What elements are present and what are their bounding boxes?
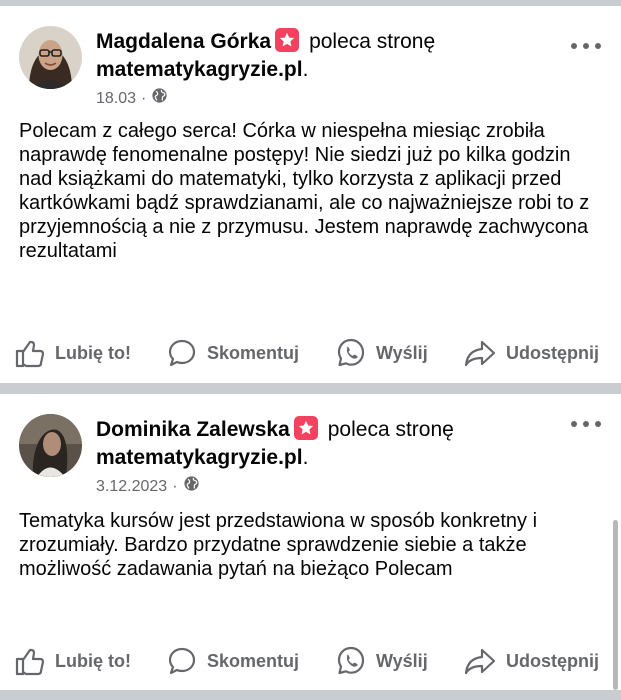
recommend-star-icon xyxy=(275,28,300,52)
comment-button[interactable]: Skomentuj xyxy=(166,641,299,681)
globe-icon xyxy=(183,475,200,499)
post-header: Magdalena Górka poleca stronę matematykag… xyxy=(96,28,561,111)
author-name[interactable]: Magdalena Górka xyxy=(96,30,271,53)
comment-bubble-icon xyxy=(168,647,196,675)
page-link-suffix: . xyxy=(302,446,309,469)
share-button[interactable]: Udostępnij xyxy=(463,641,599,681)
author-name[interactable]: Dominika Zalewska xyxy=(96,418,290,441)
comment-label: Skomentuj xyxy=(207,650,300,671)
page-link-line: matematykagryzie.pl. xyxy=(96,443,561,473)
send-label: Wyślij xyxy=(376,342,428,363)
post-text: Tematyka kursów jest przedstawiona w spo… xyxy=(19,510,538,580)
send-button[interactable]: Wyślij xyxy=(335,641,428,681)
post-date[interactable]: 18.03 xyxy=(96,88,136,110)
comment-button[interactable]: Skomentuj xyxy=(166,333,299,373)
post-actions: Lubię to! Skomentuj Wyślij Udostępnij xyxy=(0,641,621,681)
post-text: Polecam z całego serca! Córka w niespełn… xyxy=(19,120,590,262)
post-title-line: Magdalena Górka poleca stronę xyxy=(96,28,561,55)
post-card-1: Magdalena Górka poleca stronę matematykag… xyxy=(0,6,621,383)
share-label: Udostępnij xyxy=(506,650,599,671)
whatsapp-icon xyxy=(337,646,365,675)
more-options-icon[interactable] xyxy=(571,418,601,430)
like-label: Lubię to! xyxy=(55,650,131,671)
post-actions: Lubię to! Skomentuj Wyślij Udostępnij xyxy=(0,333,621,373)
send-button[interactable]: Wyślij xyxy=(335,333,428,373)
recommend-action-text: poleca stronę xyxy=(309,30,436,53)
comment-label: Skomentuj xyxy=(207,342,300,363)
feed-divider-bottom xyxy=(0,690,621,700)
thumbs-up-icon xyxy=(15,340,45,368)
post-header: Dominika Zalewska poleca stronę matematyk… xyxy=(96,416,561,499)
whatsapp-icon xyxy=(337,338,365,367)
share-arrow-icon xyxy=(464,340,496,367)
avatar[interactable] xyxy=(19,414,82,477)
post-meta: 18.03 · xyxy=(96,87,561,111)
post-title-line: Dominika Zalewska poleca stronę xyxy=(96,416,561,443)
like-button[interactable]: Lubię to! xyxy=(14,641,131,681)
send-label: Wyślij xyxy=(376,650,428,671)
meta-separator: · xyxy=(141,90,147,107)
post-meta: 3.12.2023 · xyxy=(96,475,561,499)
recommend-action-text: poleca stronę xyxy=(327,418,454,441)
feed-divider xyxy=(0,383,621,394)
scrollbar[interactable] xyxy=(613,520,618,690)
page-link[interactable]: matematykagryzie.pl xyxy=(96,446,303,469)
meta-separator: · xyxy=(172,478,178,495)
recommend-star-icon xyxy=(293,416,318,440)
share-button[interactable]: Udostępnij xyxy=(463,333,599,373)
post-card-2: Dominika Zalewska poleca stronę matematyk… xyxy=(0,394,621,690)
page-link[interactable]: matematykagryzie.pl xyxy=(96,58,303,81)
share-label: Udostępnij xyxy=(506,342,599,363)
page-link-line: matematykagryzie.pl. xyxy=(96,55,561,85)
like-label: Lubię to! xyxy=(55,342,131,363)
comment-bubble-icon xyxy=(168,339,196,367)
globe-icon xyxy=(151,87,168,111)
more-options-icon[interactable] xyxy=(571,40,601,52)
like-button[interactable]: Lubię to! xyxy=(14,333,131,373)
avatar[interactable] xyxy=(19,26,82,89)
post-date[interactable]: 3.12.2023 xyxy=(96,476,167,498)
page-link-suffix: . xyxy=(302,58,309,81)
thumbs-up-icon xyxy=(15,648,45,676)
share-arrow-icon xyxy=(464,648,496,675)
